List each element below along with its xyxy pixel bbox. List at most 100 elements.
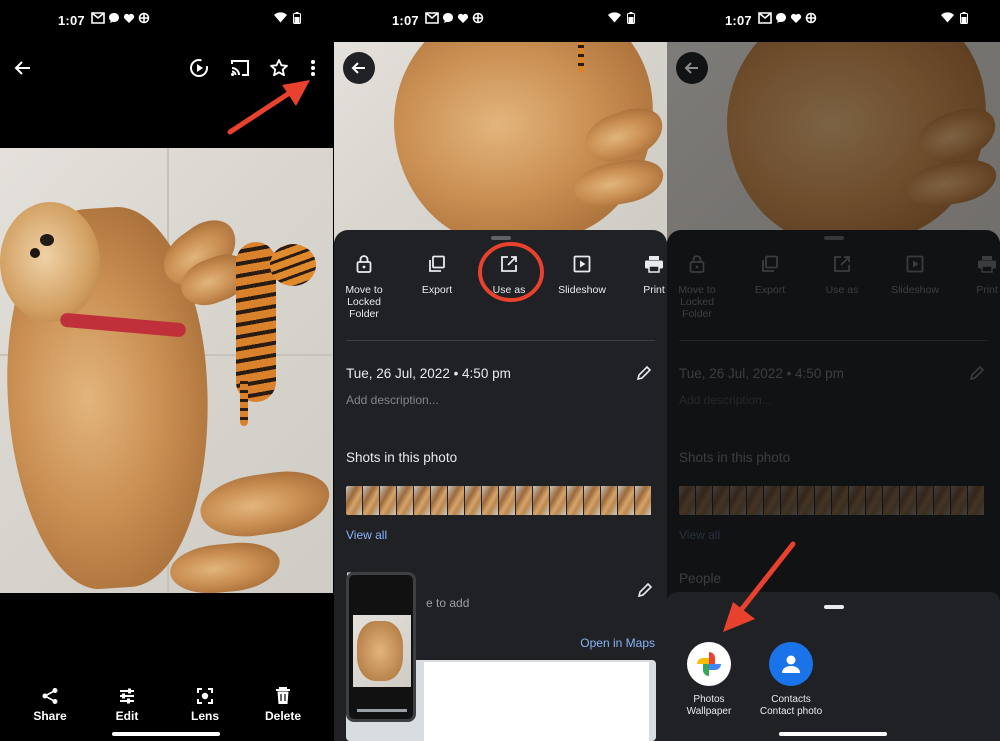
cast-icon	[231, 60, 249, 76]
export-label: Export	[421, 284, 453, 296]
system-icons	[608, 12, 635, 24]
status-time: 1:07	[725, 13, 752, 28]
edit-datetime-button[interactable]	[632, 362, 656, 384]
battery-icon	[627, 12, 635, 24]
slideshow-button[interactable]: Slideshow	[547, 252, 617, 296]
more-vert-icon	[311, 60, 315, 76]
motion-play-icon	[190, 59, 208, 77]
notification-icons	[758, 12, 817, 24]
pinwheel-icon	[805, 12, 817, 24]
gmail-icon	[758, 12, 772, 24]
divider	[346, 340, 655, 341]
heart-icon	[123, 13, 135, 23]
back-button[interactable]	[10, 56, 36, 80]
battery-icon	[293, 12, 301, 24]
use-as-label: Use as	[492, 284, 526, 296]
edit-button[interactable]: Edit	[97, 686, 157, 723]
printer-icon	[645, 256, 663, 273]
status-bar: 1:07	[334, 0, 667, 42]
print-button[interactable]: Print	[619, 252, 667, 296]
arrow-left-icon	[351, 62, 365, 74]
delete-button[interactable]: Delete	[253, 686, 313, 723]
edit-label: Edit	[115, 709, 139, 723]
heart-icon	[457, 13, 469, 23]
dog-photo[interactable]	[0, 148, 333, 593]
info-sheet: Move to Locked Folder Export Use as Slid…	[334, 230, 667, 741]
photos-app-name: Photos	[693, 694, 725, 705]
contacts-app-name: Contacts	[771, 694, 811, 705]
screenshot-preview[interactable]	[346, 572, 416, 722]
status-time: 1:07	[58, 13, 85, 28]
description-field[interactable]: Add description...	[346, 393, 439, 407]
move-to-locked-folder-label: Move to Locked Folder	[345, 284, 383, 320]
photo-info-panel: 1:07 Move to Locked Folder Export Use as…	[334, 0, 667, 741]
pinwheel-icon	[138, 12, 150, 24]
chat-icon	[443, 13, 453, 23]
chat-icon	[776, 13, 786, 23]
annotation-arrow	[227, 80, 310, 135]
move-to-locked-folder-button[interactable]: Move to Locked Folder	[334, 252, 399, 320]
people-hint: e to add	[426, 596, 470, 610]
wifi-icon	[941, 12, 954, 23]
notification-icons	[425, 12, 484, 24]
lock-icon	[356, 255, 372, 273]
pinwheel-icon	[472, 12, 484, 24]
contacts-photo-option[interactable]: Contacts Contact photo	[749, 642, 833, 718]
edit-people-button[interactable]	[634, 580, 656, 600]
slideshow-icon	[573, 255, 591, 273]
lens-icon	[197, 688, 213, 704]
back-button[interactable]	[343, 52, 375, 84]
view-all-link[interactable]: View all	[346, 528, 387, 542]
photo-viewer-panel: 1:07 Share Edit Lens Delete	[0, 0, 333, 741]
cast-button[interactable]	[227, 56, 253, 80]
contacts-app-sub: Contact photo	[759, 706, 823, 717]
contacts-icon	[769, 642, 813, 686]
share-label: Share	[33, 709, 67, 723]
app-chooser-sheet: Photos Wallpaper Contacts Contact photo	[667, 592, 1000, 741]
status-time: 1:07	[392, 13, 419, 28]
favorite-button[interactable]	[266, 56, 292, 80]
sliders-icon	[120, 688, 134, 704]
photo-datetime: Tue, 26 Jul, 2022 • 4:50 pm	[346, 366, 511, 381]
slideshow-label: Slideshow	[558, 284, 606, 296]
arrow-left-icon	[14, 61, 30, 75]
lens-label: Lens	[190, 709, 219, 723]
delete-label: Delete	[264, 709, 302, 723]
lens-button[interactable]: Lens	[175, 686, 235, 723]
star-outline-icon	[270, 59, 288, 77]
share-button[interactable]: Share	[20, 686, 80, 723]
open-external-icon	[501, 256, 517, 272]
gesture-bar[interactable]	[779, 732, 887, 736]
export-button[interactable]: Export	[402, 252, 472, 296]
trash-icon	[276, 687, 290, 704]
print-label: Print	[643, 284, 665, 296]
google-photos-icon	[687, 642, 731, 686]
sheet-handle[interactable]	[490, 236, 511, 240]
gesture-bar[interactable]	[112, 732, 220, 736]
shots-title: Shots in this photo	[346, 450, 458, 465]
gmail-icon	[425, 12, 439, 24]
chooser-handle[interactable]	[823, 605, 844, 609]
share-icon	[42, 688, 58, 704]
gesture-bar[interactable]	[446, 732, 554, 736]
wifi-icon	[608, 12, 621, 23]
system-icons	[941, 12, 968, 24]
battery-icon	[960, 12, 968, 24]
status-bar: 1:07	[667, 0, 1000, 42]
motion-photo-button[interactable]	[186, 56, 212, 80]
white-overlay	[424, 662, 649, 741]
dog-photo-scrolled[interactable]	[334, 42, 667, 242]
more-options-button[interactable]	[302, 56, 324, 80]
copy-icon	[429, 255, 445, 272]
use-as-chooser-panel: 1:07 Move to Locked Folder Export Use as…	[667, 0, 1000, 741]
open-in-maps-link[interactable]: Open in Maps	[580, 636, 655, 650]
photos-wallpaper-option[interactable]: Photos Wallpaper	[667, 642, 751, 718]
use-as-button[interactable]: Use as	[474, 252, 544, 296]
status-bar: 1:07	[0, 0, 333, 42]
wifi-icon	[274, 12, 287, 23]
chat-icon	[109, 13, 119, 23]
shots-strip[interactable]	[346, 486, 652, 515]
pencil-icon	[637, 582, 653, 598]
pencil-icon	[636, 365, 652, 381]
gmail-icon	[91, 12, 105, 24]
